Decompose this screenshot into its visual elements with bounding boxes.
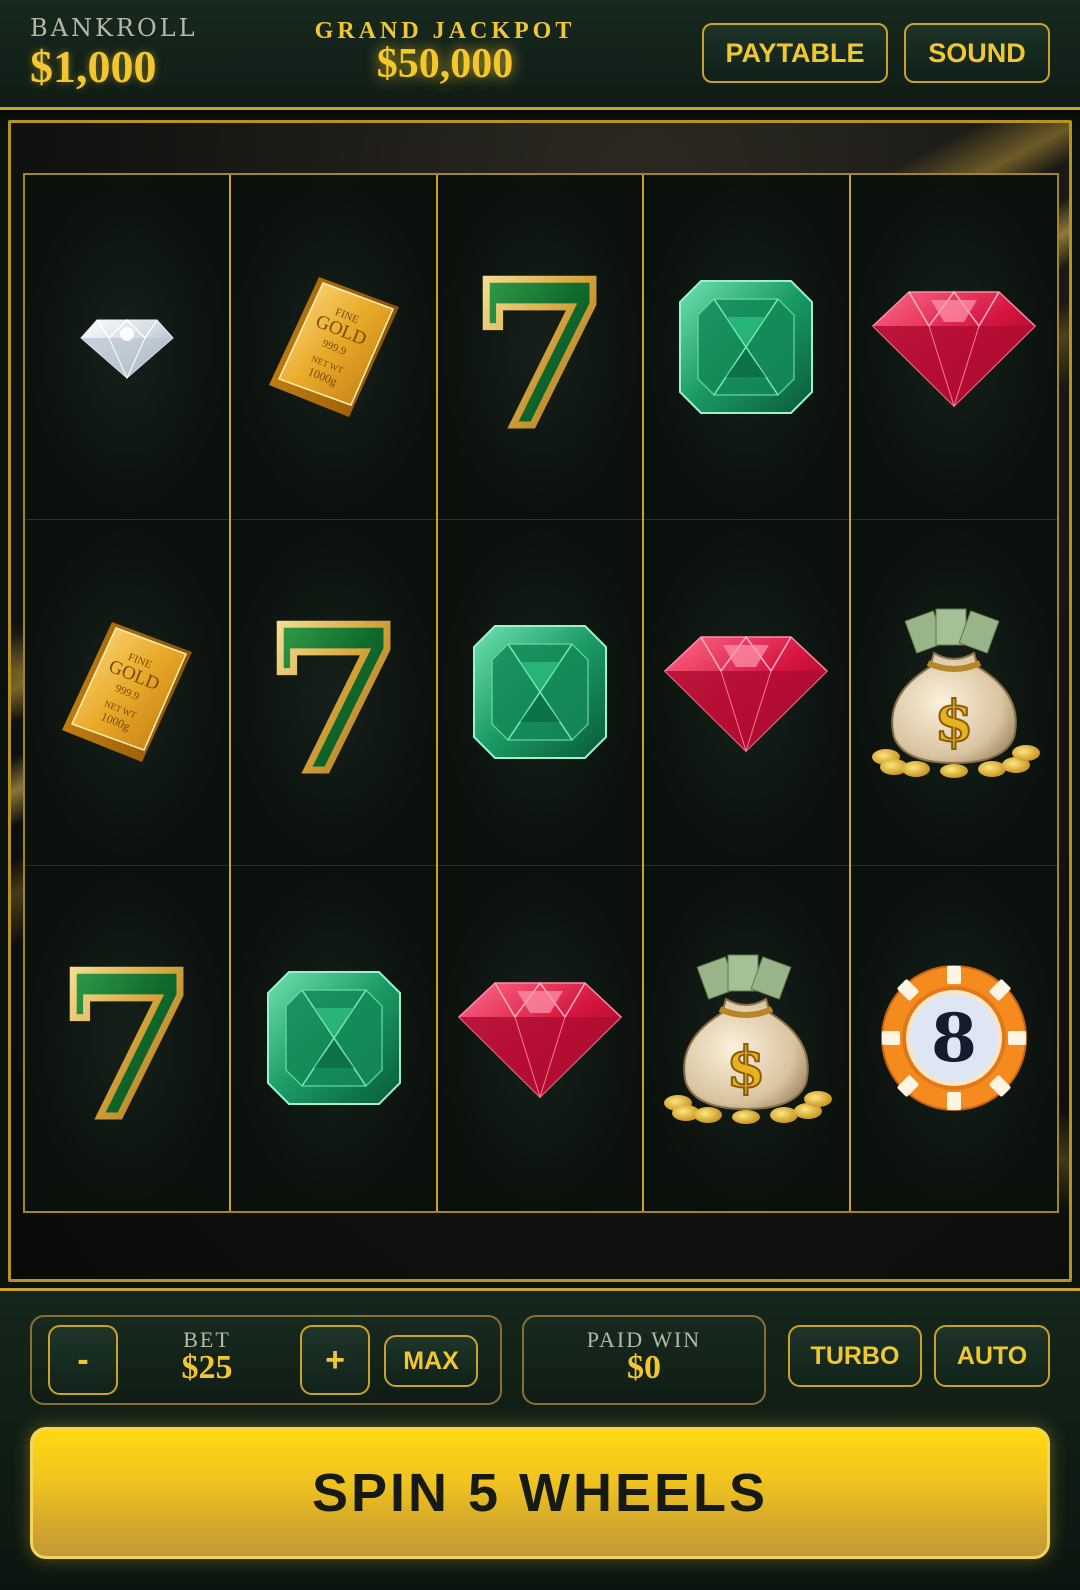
reel-cell: FINE GOLD 999.9 NET WT 1000g bbox=[231, 175, 436, 521]
decrease-bet-button[interactable]: - bbox=[48, 1325, 118, 1395]
ruby-icon bbox=[871, 290, 1036, 408]
emerald-icon bbox=[266, 971, 401, 1106]
lucky-seven-icon: 7 bbox=[264, 602, 404, 782]
reel-cell: $ bbox=[644, 865, 849, 1211]
reel-cell: 7 bbox=[437, 175, 643, 521]
paid-win-value: $0 bbox=[627, 1349, 661, 1386]
reel-4: $ bbox=[644, 175, 851, 1211]
bankroll-value: $1,000 bbox=[30, 41, 157, 92]
reel-cell bbox=[437, 520, 643, 866]
reel-1: FINE GOLD 999.9 NET WT 1000g 7 bbox=[25, 175, 232, 1211]
reel-cell bbox=[437, 865, 643, 1211]
reel-cell: 7 bbox=[25, 865, 230, 1211]
reel-cell bbox=[644, 175, 849, 521]
bankroll-label: BANKROLL bbox=[30, 14, 198, 42]
max-bet-button[interactable]: MAX bbox=[384, 1335, 478, 1387]
slot-machine-frame: FINE GOLD 999.9 NET WT 1000g 7 FINE GOLD… bbox=[8, 120, 1072, 1282]
svg-text:$: $ bbox=[727, 1035, 766, 1101]
ruby-icon bbox=[457, 982, 623, 1100]
money-bag-icon: $ bbox=[871, 608, 1040, 778]
paytable-button[interactable]: PAYTABLE bbox=[702, 23, 888, 83]
reel-grid: FINE GOLD 999.9 NET WT 1000g 7 FINE GOLD… bbox=[23, 173, 1059, 1213]
svg-text:7: 7 bbox=[470, 257, 609, 437]
bet-value: $25 bbox=[181, 1349, 233, 1386]
reel-cell: $ bbox=[850, 520, 1057, 866]
diamond-icon bbox=[80, 319, 174, 380]
svg-text:7: 7 bbox=[58, 948, 197, 1128]
paid-win-panel: PAID WIN $0 bbox=[522, 1315, 766, 1405]
casino-chip-icon: 8 bbox=[880, 965, 1027, 1112]
reel-cell bbox=[644, 520, 849, 866]
auto-spin-button[interactable]: AUTO bbox=[934, 1325, 1050, 1387]
top-bar: BANKROLL $1,000 GRAND JACKPOT $50,000 PA… bbox=[0, 0, 1080, 110]
reel-cell: 8 bbox=[850, 865, 1057, 1211]
sound-button[interactable]: SOUND bbox=[904, 23, 1050, 83]
lucky-seven-icon: 7 bbox=[470, 257, 610, 437]
emerald-icon bbox=[679, 280, 814, 415]
reel-2: FINE GOLD 999.9 NET WT 1000g 7 bbox=[231, 175, 438, 1211]
reel-5: $ 8 bbox=[850, 175, 1057, 1211]
reel-cell bbox=[231, 865, 436, 1211]
svg-text:$: $ bbox=[934, 689, 973, 755]
turbo-button[interactable]: TURBO bbox=[788, 1325, 922, 1387]
reel-cell bbox=[25, 175, 230, 521]
svg-text:8: 8 bbox=[931, 999, 977, 1077]
increase-bet-button[interactable]: + bbox=[300, 1325, 370, 1395]
reel-3: 7 bbox=[437, 175, 645, 1211]
control-panel: - BET $25 + MAX PAID WIN $0 TURBO AUTO S… bbox=[0, 1288, 1080, 1590]
ruby-icon bbox=[664, 636, 829, 754]
reel-cell: 7 bbox=[231, 520, 436, 866]
spin-button[interactable]: SPIN 5 WHEELS bbox=[30, 1427, 1050, 1559]
reel-cell bbox=[850, 175, 1057, 521]
lucky-seven-icon: 7 bbox=[57, 948, 197, 1128]
jackpot-value: $50,000 bbox=[376, 41, 514, 87]
reel-cell: FINE GOLD 999.9 NET WT 1000g bbox=[25, 520, 230, 866]
svg-text:7: 7 bbox=[264, 602, 403, 782]
money-bag-icon: $ bbox=[664, 954, 833, 1124]
gold-bar-icon: FINE GOLD 999.9 NET WT 1000g bbox=[62, 622, 193, 763]
emerald-icon bbox=[472, 625, 607, 760]
gold-bar-icon: FINE GOLD 999.9 NET WT 1000g bbox=[268, 277, 399, 418]
bet-panel: - BET $25 + MAX bbox=[30, 1315, 502, 1405]
